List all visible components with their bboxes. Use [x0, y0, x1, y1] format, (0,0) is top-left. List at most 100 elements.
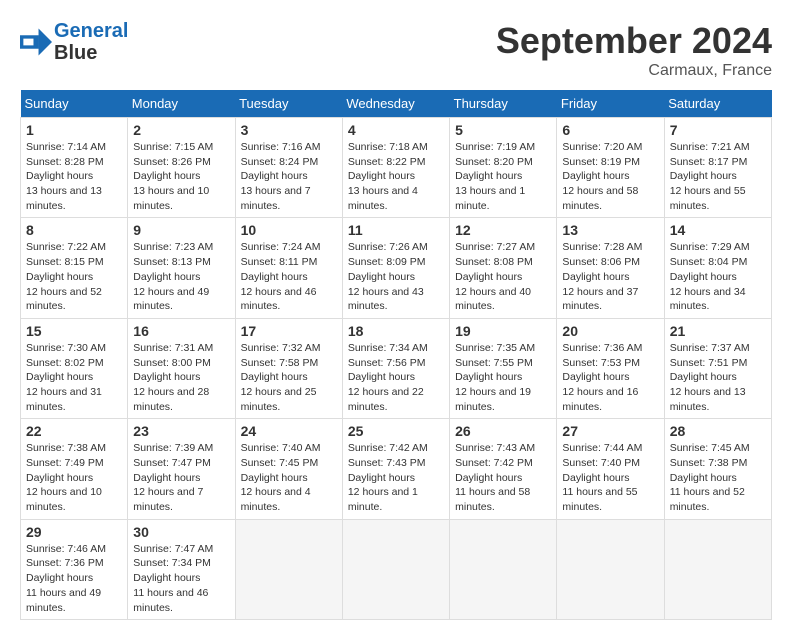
day-number: 20 [562, 323, 658, 339]
day-number: 10 [241, 222, 337, 238]
calendar-cell: 6 Sunrise: 7:20 AM Sunset: 8:19 PM Dayli… [557, 118, 664, 218]
day-info: Sunrise: 7:29 AM Sunset: 8:04 PM Dayligh… [670, 240, 766, 313]
calendar-cell: 22 Sunrise: 7:38 AM Sunset: 7:49 PM Dayl… [21, 419, 128, 519]
day-info: Sunrise: 7:23 AM Sunset: 8:13 PM Dayligh… [133, 240, 229, 313]
day-number: 16 [133, 323, 229, 339]
calendar-cell: 28 Sunrise: 7:45 AM Sunset: 7:38 PM Dayl… [664, 419, 771, 519]
calendar-cell: 30 Sunrise: 7:47 AM Sunset: 7:34 PM Dayl… [128, 519, 235, 619]
calendar-cell [664, 519, 771, 619]
day-info: Sunrise: 7:14 AM Sunset: 8:28 PM Dayligh… [26, 140, 122, 213]
day-number: 30 [133, 524, 229, 540]
calendar-cell: 23 Sunrise: 7:39 AM Sunset: 7:47 PM Dayl… [128, 419, 235, 519]
calendar-cell: 14 Sunrise: 7:29 AM Sunset: 8:04 PM Dayl… [664, 218, 771, 318]
day-info: Sunrise: 7:36 AM Sunset: 7:53 PM Dayligh… [562, 341, 658, 414]
day-info: Sunrise: 7:39 AM Sunset: 7:47 PM Dayligh… [133, 441, 229, 514]
calendar-cell: 20 Sunrise: 7:36 AM Sunset: 7:53 PM Dayl… [557, 318, 664, 418]
day-number: 22 [26, 423, 122, 439]
day-number: 5 [455, 122, 551, 138]
calendar-cell [450, 519, 557, 619]
day-number: 18 [348, 323, 444, 339]
col-thursday: Thursday [450, 90, 557, 118]
day-number: 3 [241, 122, 337, 138]
calendar-cell: 10 Sunrise: 7:24 AM Sunset: 8:11 PM Dayl… [235, 218, 342, 318]
col-tuesday: Tuesday [235, 90, 342, 118]
day-info: Sunrise: 7:26 AM Sunset: 8:09 PM Dayligh… [348, 240, 444, 313]
col-wednesday: Wednesday [342, 90, 449, 118]
calendar-cell [342, 519, 449, 619]
day-info: Sunrise: 7:42 AM Sunset: 7:43 PM Dayligh… [348, 441, 444, 514]
calendar-cell: 11 Sunrise: 7:26 AM Sunset: 8:09 PM Dayl… [342, 218, 449, 318]
calendar-cell: 2 Sunrise: 7:15 AM Sunset: 8:26 PM Dayli… [128, 118, 235, 218]
calendar-cell: 12 Sunrise: 7:27 AM Sunset: 8:08 PM Dayl… [450, 218, 557, 318]
col-saturday: Saturday [664, 90, 771, 118]
day-number: 23 [133, 423, 229, 439]
day-info: Sunrise: 7:38 AM Sunset: 7:49 PM Dayligh… [26, 441, 122, 514]
calendar-cell [557, 519, 664, 619]
calendar-cell: 15 Sunrise: 7:30 AM Sunset: 8:02 PM Dayl… [21, 318, 128, 418]
day-number: 11 [348, 222, 444, 238]
day-number: 2 [133, 122, 229, 138]
day-number: 8 [26, 222, 122, 238]
col-monday: Monday [128, 90, 235, 118]
day-number: 24 [241, 423, 337, 439]
calendar-cell: 24 Sunrise: 7:40 AM Sunset: 7:45 PM Dayl… [235, 419, 342, 519]
day-info: Sunrise: 7:43 AM Sunset: 7:42 PM Dayligh… [455, 441, 551, 514]
day-info: Sunrise: 7:40 AM Sunset: 7:45 PM Dayligh… [241, 441, 337, 514]
day-number: 9 [133, 222, 229, 238]
calendar-row: 15 Sunrise: 7:30 AM Sunset: 8:02 PM Dayl… [21, 318, 772, 418]
day-info: Sunrise: 7:32 AM Sunset: 7:58 PM Dayligh… [241, 341, 337, 414]
month-title: September 2024 [496, 20, 772, 62]
day-info: Sunrise: 7:21 AM Sunset: 8:17 PM Dayligh… [670, 140, 766, 213]
logo-line2: Blue [54, 42, 97, 64]
calendar-cell: 8 Sunrise: 7:22 AM Sunset: 8:15 PM Dayli… [21, 218, 128, 318]
calendar-cell: 5 Sunrise: 7:19 AM Sunset: 8:20 PM Dayli… [450, 118, 557, 218]
title-area: September 2024 Carmaux, France [496, 20, 772, 80]
day-info: Sunrise: 7:20 AM Sunset: 8:19 PM Dayligh… [562, 140, 658, 213]
day-number: 25 [348, 423, 444, 439]
calendar-table: Sunday Monday Tuesday Wednesday Thursday… [20, 90, 772, 620]
day-info: Sunrise: 7:19 AM Sunset: 8:20 PM Dayligh… [455, 140, 551, 213]
calendar-cell [235, 519, 342, 619]
day-info: Sunrise: 7:34 AM Sunset: 7:56 PM Dayligh… [348, 341, 444, 414]
day-info: Sunrise: 7:47 AM Sunset: 7:34 PM Dayligh… [133, 542, 229, 615]
day-number: 7 [670, 122, 766, 138]
day-number: 13 [562, 222, 658, 238]
day-info: Sunrise: 7:24 AM Sunset: 8:11 PM Dayligh… [241, 240, 337, 313]
day-info: Sunrise: 7:28 AM Sunset: 8:06 PM Dayligh… [562, 240, 658, 313]
calendar-cell: 9 Sunrise: 7:23 AM Sunset: 8:13 PM Dayli… [128, 218, 235, 318]
day-info: Sunrise: 7:16 AM Sunset: 8:24 PM Dayligh… [241, 140, 337, 213]
day-number: 17 [241, 323, 337, 339]
logo-line1: General [54, 20, 128, 42]
page-header: General Blue September 2024 Carmaux, Fra… [20, 20, 772, 80]
calendar-cell: 29 Sunrise: 7:46 AM Sunset: 7:36 PM Dayl… [21, 519, 128, 619]
day-number: 15 [26, 323, 122, 339]
calendar-cell: 1 Sunrise: 7:14 AM Sunset: 8:28 PM Dayli… [21, 118, 128, 218]
calendar-cell: 16 Sunrise: 7:31 AM Sunset: 8:00 PM Dayl… [128, 318, 235, 418]
day-number: 19 [455, 323, 551, 339]
col-friday: Friday [557, 90, 664, 118]
day-info: Sunrise: 7:15 AM Sunset: 8:26 PM Dayligh… [133, 140, 229, 213]
calendar-cell: 7 Sunrise: 7:21 AM Sunset: 8:17 PM Dayli… [664, 118, 771, 218]
calendar-cell: 18 Sunrise: 7:34 AM Sunset: 7:56 PM Dayl… [342, 318, 449, 418]
day-number: 27 [562, 423, 658, 439]
calendar-cell: 3 Sunrise: 7:16 AM Sunset: 8:24 PM Dayli… [235, 118, 342, 218]
day-number: 14 [670, 222, 766, 238]
day-number: 21 [670, 323, 766, 339]
calendar-cell: 25 Sunrise: 7:42 AM Sunset: 7:43 PM Dayl… [342, 419, 449, 519]
calendar-row: 22 Sunrise: 7:38 AM Sunset: 7:49 PM Dayl… [21, 419, 772, 519]
calendar-body: 1 Sunrise: 7:14 AM Sunset: 8:28 PM Dayli… [21, 118, 772, 620]
day-number: 1 [26, 122, 122, 138]
calendar-cell: 27 Sunrise: 7:44 AM Sunset: 7:40 PM Dayl… [557, 419, 664, 519]
logo-text: General Blue [54, 20, 128, 64]
day-info: Sunrise: 7:31 AM Sunset: 8:00 PM Dayligh… [133, 341, 229, 414]
day-number: 29 [26, 524, 122, 540]
day-info: Sunrise: 7:27 AM Sunset: 8:08 PM Dayligh… [455, 240, 551, 313]
col-sunday: Sunday [21, 90, 128, 118]
calendar-row: 29 Sunrise: 7:46 AM Sunset: 7:36 PM Dayl… [21, 519, 772, 619]
calendar-row: 1 Sunrise: 7:14 AM Sunset: 8:28 PM Dayli… [21, 118, 772, 218]
day-info: Sunrise: 7:35 AM Sunset: 7:55 PM Dayligh… [455, 341, 551, 414]
day-number: 26 [455, 423, 551, 439]
calendar-cell: 4 Sunrise: 7:18 AM Sunset: 8:22 PM Dayli… [342, 118, 449, 218]
day-info: Sunrise: 7:44 AM Sunset: 7:40 PM Dayligh… [562, 441, 658, 514]
location: Carmaux, France [496, 62, 772, 80]
